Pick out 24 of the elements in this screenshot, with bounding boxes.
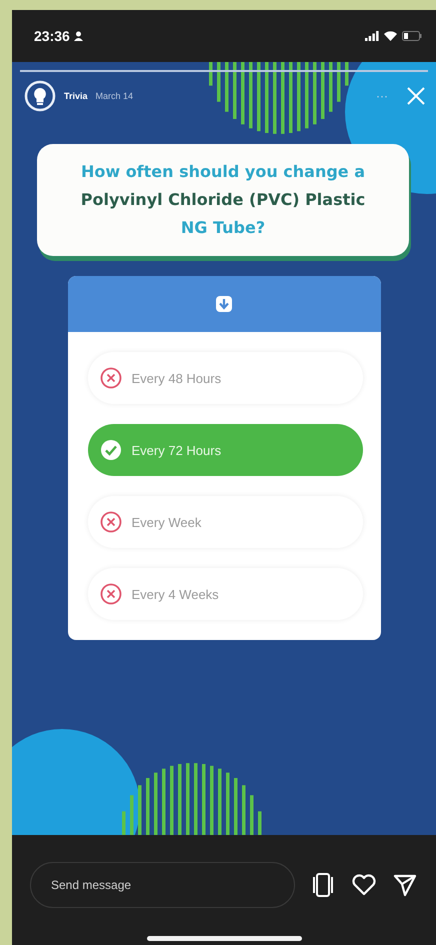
answer-option[interactable]: Every 48 Hours [88, 352, 362, 404]
phone-icon[interactable] [311, 872, 335, 898]
cross-icon [100, 367, 122, 389]
answer-option[interactable]: Every Week [88, 496, 362, 548]
message-field[interactable]: Send message [30, 862, 295, 908]
question-text: How often should you change a Polyvinyl Chloride (PVC) Plastic NG Tube? [80, 161, 366, 239]
avatar-icon[interactable] [24, 80, 56, 112]
battery-icon [402, 31, 422, 41]
answer-option[interactable]: Every 4 Weeks [88, 568, 362, 620]
status-time: 23:36 [34, 28, 70, 44]
more-button[interactable]: ··· [366, 89, 398, 103]
cross-icon [100, 511, 122, 533]
post-date: March 14 [96, 91, 134, 101]
heart-icon[interactable] [351, 873, 377, 897]
person-icon [74, 31, 83, 41]
arrow-down-icon [215, 295, 233, 313]
account-name[interactable]: Trivia [64, 91, 88, 101]
cross-icon [100, 583, 122, 605]
wifi-icon [384, 31, 397, 41]
answer-option[interactable]: Every 72 Hours [88, 424, 362, 476]
close-icon[interactable] [406, 86, 426, 106]
check-icon [100, 439, 122, 461]
send-icon[interactable] [393, 873, 417, 897]
signal-icon [365, 31, 379, 41]
